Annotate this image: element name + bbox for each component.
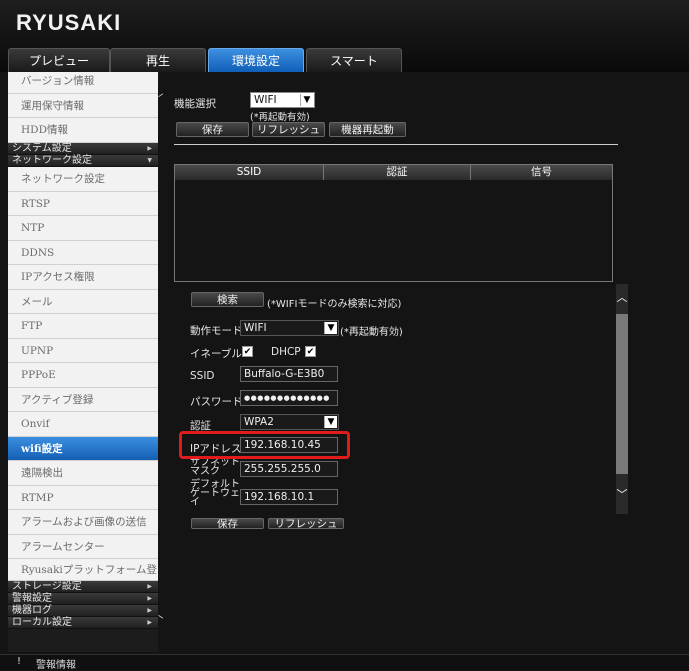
tab-preview[interactable]: プレビュー — [8, 48, 110, 72]
search-note: (*WIFIモードのみ検索に対応) — [267, 299, 402, 310]
sidebar-item-pppoe[interactable]: PPPoE — [8, 363, 158, 388]
sidebar-item-mail[interactable]: メール — [8, 290, 158, 314]
sidebar-item-wifi[interactable]: wifi設定 — [8, 437, 158, 461]
function-select[interactable]: WIFI ▼ — [250, 92, 315, 108]
ip-address-highlight — [179, 431, 350, 459]
chevron-down-icon: ▼ — [300, 94, 313, 106]
brand-logo: RYUSAKI — [16, 10, 122, 35]
sidebar-item-remote-detect[interactable]: 遠隔検出 — [8, 461, 158, 486]
app-header: RYUSAKI プレビュー 再生 環境設定 スマート — [0, 0, 689, 72]
subnet-label-2: マスク — [190, 466, 220, 477]
chevron-right-icon: ▶ — [147, 607, 152, 614]
sidebar-item-platform-reg[interactable]: Ryusakiプラットフォーム登録 — [8, 559, 158, 598]
sidebar-item-active-reg[interactable]: アクティブ登録 — [8, 388, 158, 412]
enable-label: イネーブル — [190, 348, 242, 360]
password-label: パスワード — [190, 396, 243, 408]
chevron-right-icon: ▶ — [147, 583, 152, 590]
gateway-label: デフォルト ゲートウェイ — [190, 480, 240, 508]
sidebar-item-alarm-center[interactable]: アラームセンター — [8, 535, 158, 559]
subnet-label: サブネット マスク — [190, 458, 240, 477]
sidebar-cat-system[interactable]: システム設定 ▶ — [8, 143, 158, 155]
scroll-down-icon[interactable]: ﹀ — [616, 489, 628, 500]
sidebar-item-maintenance[interactable]: 運用保守情報 — [8, 94, 158, 118]
sidebar-cat-label: 警報設定 — [12, 593, 52, 604]
reboot-button[interactable]: 機器再起動 — [329, 122, 406, 137]
tab-settings[interactable]: 環境設定 — [208, 48, 304, 72]
sidebar-item-ip-access[interactable]: IPアクセス権限 — [8, 265, 158, 290]
password-field[interactable]: ●●●●●●●●●●●●● — [240, 390, 338, 406]
sidebar-cat-log[interactable]: 機器ログ ▶ — [8, 605, 158, 617]
table-header-signal[interactable]: 信号 — [471, 165, 612, 180]
refresh-button[interactable]: リフレッシュ — [252, 122, 325, 137]
function-select-value: WIFI — [254, 94, 277, 106]
search-button[interactable]: 検索 — [191, 292, 264, 307]
chevron-right-icon: ▶ — [147, 619, 152, 626]
gateway-label-3: イ — [190, 497, 200, 508]
alarm-icon: ! — [17, 656, 22, 667]
sidebar-item-upnp[interactable]: UPNP — [8, 339, 158, 363]
sidebar-cat-label: ストレージ設定 — [12, 581, 82, 592]
sidebar-item-ddns[interactable]: DDNS — [8, 241, 158, 265]
divider — [174, 144, 618, 145]
dhcp-checkbox[interactable]: ✔ — [305, 346, 316, 357]
chevron-right-icon: ▶ — [147, 595, 152, 602]
auth-select[interactable]: WPA2 ▼ — [240, 414, 339, 430]
sidebar-item-hdd[interactable]: HDD情報 — [8, 118, 158, 143]
auth-select-value: WPA2 — [244, 416, 274, 428]
sidebar: バージョン情報 運用保守情報 HDD情報 システム設定 ▶ ネットワーク設定 ▼ ネ… — [8, 72, 169, 652]
save-button[interactable]: 保存 — [176, 122, 249, 137]
subnet-field[interactable]: 255.255.255.0 — [240, 461, 338, 477]
mode-note: (*再起動有効) — [340, 327, 403, 338]
sidebar-item-version[interactable]: バージョン情報 — [8, 72, 158, 94]
chevron-right-icon: ▶ — [147, 145, 152, 152]
sidebar-cat-local[interactable]: ローカル設定 ▶ — [8, 617, 158, 629]
sidebar-item-rtmp[interactable]: RTMP — [8, 486, 158, 510]
gateway-field[interactable]: 192.168.10.1 — [240, 489, 338, 505]
function-select-label: 機能選択 — [174, 98, 216, 110]
enable-checkbox[interactable]: ✔ — [242, 346, 253, 357]
scroll-up-icon[interactable]: ︿ — [616, 292, 628, 303]
sidebar-cat-network[interactable]: ネットワーク設定 ▼ — [8, 155, 158, 167]
mode-select-value: WIFI — [244, 322, 267, 334]
sidebar-item-network[interactable]: ネットワーク設定 — [8, 167, 158, 192]
form-scrollbar[interactable]: ︿ ﹀ — [616, 284, 628, 514]
sidebar-item-ntp[interactable]: NTP — [8, 216, 158, 241]
save-button-2[interactable]: 保存 — [191, 518, 264, 529]
sidebar-cat-label: 機器ログ — [12, 605, 52, 616]
sidebar-item-alarm-image[interactable]: アラームおよび画像の送信 — [8, 510, 158, 535]
table-header-auth[interactable]: 認証 — [324, 165, 471, 180]
status-bar: ! 警報情報 — [0, 654, 689, 671]
ssid-field[interactable]: Buffalo-G-E3B0 — [240, 366, 338, 382]
sidebar-item-ftp[interactable]: FTP — [8, 314, 158, 339]
table-header-ssid[interactable]: SSID — [175, 165, 324, 180]
mode-select[interactable]: WIFI ▼ — [240, 320, 339, 336]
tab-smart[interactable]: スマート — [306, 48, 402, 72]
sidebar-cat-label: ネットワーク設定 — [12, 155, 92, 166]
sidebar-cat-label: ローカル設定 — [12, 617, 72, 628]
sidebar-cat-alarm[interactable]: 警報設定 ▶ — [8, 593, 158, 605]
tab-playback[interactable]: 再生 — [110, 48, 206, 72]
main-panel: 機能選択 WIFI ▼ (*再起動有効) 保存 リフレッシュ 機器再起動 SSID… — [163, 72, 686, 652]
chevron-down-icon: ▼ — [324, 416, 337, 428]
mode-label: 動作モード — [190, 325, 243, 337]
sidebar-item-rtsp[interactable]: RTSP — [8, 192, 158, 216]
dhcp-label: DHCP — [271, 346, 301, 358]
refresh-button-2[interactable]: リフレッシュ — [268, 518, 344, 529]
scrollbar-thumb[interactable] — [616, 314, 628, 474]
ssid-label: SSID — [190, 370, 215, 382]
sidebar-cat-storage[interactable]: ストレージ設定 ▶ — [8, 581, 158, 593]
chevron-down-icon: ▼ — [147, 157, 152, 164]
sidebar-item-onvif[interactable]: Onvif — [8, 412, 158, 437]
function-note: (*再起動有効) — [250, 112, 310, 123]
ssid-table: SSID 認証 信号 — [174, 164, 613, 282]
chevron-down-icon: ▼ — [324, 322, 337, 334]
sidebar-cat-label: システム設定 — [12, 143, 72, 154]
